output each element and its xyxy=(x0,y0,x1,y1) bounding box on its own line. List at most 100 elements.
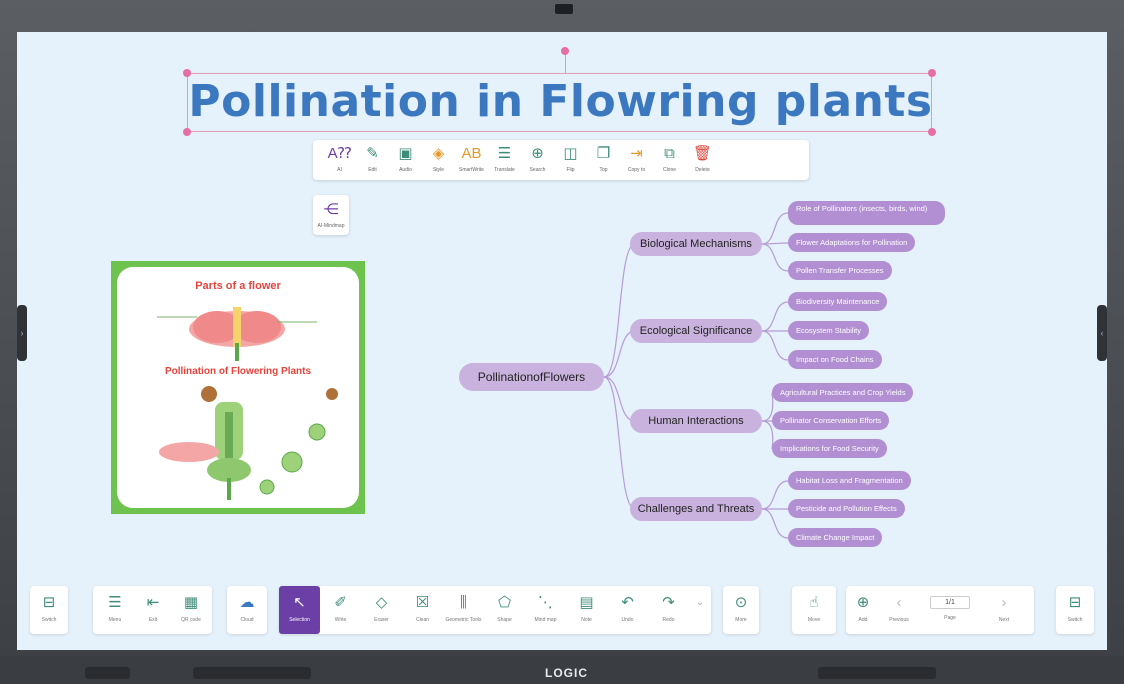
more-group: ⊙ More xyxy=(723,586,759,634)
more-label: More xyxy=(735,617,747,623)
redo-tool[interactable]: ↷ Redo xyxy=(648,586,689,634)
menu-group: ☰ Menu ⇤ Exit ▦ QR code xyxy=(93,586,212,634)
switch-label: Switch xyxy=(1067,617,1083,623)
eraser-tool[interactable]: ◇ Eraser xyxy=(361,586,402,634)
eraser-icon: ◇ xyxy=(375,594,388,611)
add-page-button[interactable]: ⊕ Add xyxy=(846,586,880,634)
hardware-button[interactable] xyxy=(85,667,130,679)
add-label: Add xyxy=(858,617,868,623)
write-label: Write xyxy=(334,617,347,623)
page-label: Page xyxy=(944,615,956,621)
next-label: Next xyxy=(998,617,1010,623)
chevron-down-icon: ⌄ xyxy=(695,597,705,608)
qr-code-button[interactable]: ▦ QR code xyxy=(172,586,210,634)
mindmap-leaf-node[interactable]: Biodiversity Maintenance xyxy=(788,292,888,311)
redo-label: Redo xyxy=(662,617,675,623)
geometric-tools-tool[interactable]: ⫼ Geometric Tools xyxy=(443,586,484,634)
mindmap-branch-node[interactable]: Ecological Significance xyxy=(630,319,762,343)
camera xyxy=(555,4,573,14)
expand-toolbar-button[interactable]: ⌄ xyxy=(689,586,711,634)
brand-logo: LOGIC xyxy=(545,666,588,680)
menu-icon: ☰ xyxy=(108,594,122,611)
note-label: Note xyxy=(581,617,592,623)
clean-icon: ☒ xyxy=(415,594,430,611)
move-button[interactable]: ☝ Move xyxy=(792,586,836,634)
shape-label: Shape xyxy=(497,617,512,623)
cloud-icon: ☁ xyxy=(239,594,255,611)
mindmap-branch-node[interactable]: Human Interactions xyxy=(630,409,762,433)
switch-label: Switch xyxy=(41,617,57,623)
cloud-button[interactable]: ☁ Cloud xyxy=(227,586,267,634)
menu-button[interactable]: ☰ Menu xyxy=(96,586,134,634)
note-tool[interactable]: ▤ Note xyxy=(566,586,607,634)
cloud-group: ☁ Cloud xyxy=(227,586,267,634)
geometric-tools-icon: ⫼ xyxy=(460,594,467,611)
clean-tool[interactable]: ☒ Clean xyxy=(402,586,443,634)
mindmap-branch-node[interactable]: Biological Mechanisms xyxy=(630,232,762,256)
hardware-button[interactable] xyxy=(818,667,936,679)
switch-right-button[interactable]: ⊟ Switch xyxy=(1056,586,1094,634)
mindmap-leaf-node[interactable]: Climate Change Impact xyxy=(788,528,883,547)
page-number-field[interactable]: 1/1 xyxy=(930,596,970,609)
mindmap-leaf-node[interactable]: Role of Pollinators (insects, birds, win… xyxy=(788,201,945,225)
selection-icon: ↖ xyxy=(293,594,306,611)
chevron-left-icon: ‹ xyxy=(896,594,902,611)
chevron-right-icon: › xyxy=(1001,594,1007,611)
geometric-tools-label: Geometric Tools xyxy=(445,617,482,623)
mind-map-tool[interactable]: ⋱ Mind map xyxy=(525,586,566,634)
tools-group: ↖ Selection ✐ Write ◇ Eraser ☒ Clean ⫼ Geometric … xyxy=(279,586,711,634)
mind-map-icon: ⋱ xyxy=(538,594,553,611)
mindmap-leaf-node[interactable]: Pesticide and Pollution Effects xyxy=(788,499,905,518)
shape-icon: ⬠ xyxy=(497,594,512,611)
whiteboard-canvas[interactable]: Pollination in Flowring plants A⁇ AI ✎ Edit… xyxy=(17,32,1107,650)
mindmap-connectors xyxy=(603,212,789,539)
page-indicator[interactable]: 1/1 Page xyxy=(918,586,982,634)
switch-left-button[interactable]: ⊟ Switch xyxy=(30,586,68,634)
switch-icon: ⊟ xyxy=(42,594,56,611)
undo-tool[interactable]: ↶ Undo xyxy=(607,586,648,634)
mindmap-root-node[interactable]: PollinationofFlowers xyxy=(459,363,604,391)
more-button[interactable]: ⊙ More xyxy=(723,586,759,634)
mindmap-leaf-node[interactable]: Ecosystem Stability xyxy=(788,321,870,340)
undo-label: Undo xyxy=(621,617,634,623)
qr-code-label: QR code xyxy=(181,617,201,623)
move-icon: ☝ xyxy=(809,594,819,611)
mindmap-leaf-node[interactable]: Impact on Food Chains xyxy=(788,350,882,369)
redo-icon: ↷ xyxy=(662,594,675,611)
qr-code-icon: ▦ xyxy=(183,594,199,611)
mindmap-branch-node[interactable]: Challenges and Threats xyxy=(630,497,762,521)
mindmap-leaf-node[interactable]: Implications for Food Security xyxy=(772,439,887,458)
note-icon: ▤ xyxy=(579,594,594,611)
previous-page-button[interactable]: ‹ Previous xyxy=(880,586,918,634)
mindmap-leaf-node[interactable]: Habitat Loss and Fragmentation xyxy=(788,471,911,490)
left-side-panel-handle[interactable]: › xyxy=(17,305,27,361)
mindmap-leaf-node[interactable]: Flower Adaptations for Pollination xyxy=(788,233,916,252)
switch-icon: ⊟ xyxy=(1068,594,1082,611)
selection-label: Selection xyxy=(289,617,310,623)
hardware-button[interactable] xyxy=(193,667,311,679)
menu-label: Menu xyxy=(108,617,122,623)
move-group: ☝ Move xyxy=(792,586,836,634)
next-page-button[interactable]: › Next xyxy=(982,586,1026,634)
previous-label: Previous xyxy=(889,617,909,623)
exit-label: Exit xyxy=(148,617,158,623)
undo-icon: ↶ xyxy=(621,594,634,611)
more-icon: ⊙ xyxy=(734,594,748,611)
selection-tool[interactable]: ↖ Selection xyxy=(279,586,320,634)
mind-map-label: Mind map xyxy=(534,617,557,623)
write-icon: ✐ xyxy=(334,594,347,611)
move-label: Move xyxy=(807,617,821,623)
switch-left-group: ⊟ Switch xyxy=(30,586,68,634)
exit-button[interactable]: ⇤ Exit xyxy=(134,586,172,634)
shape-tool[interactable]: ⬠ Shape xyxy=(484,586,525,634)
write-tool[interactable]: ✐ Write xyxy=(320,586,361,634)
mindmap-leaf-node[interactable]: Pollen Transfer Processes xyxy=(788,261,892,280)
exit-icon: ⇤ xyxy=(146,594,160,611)
right-side-panel-handle[interactable]: ‹ xyxy=(1097,305,1107,361)
add-icon: ⊕ xyxy=(856,594,870,611)
cloud-label: Cloud xyxy=(240,617,254,623)
switch-right-group: ⊟ Switch xyxy=(1056,586,1094,634)
mindmap-leaf-node[interactable]: Pollinator Conservation Efforts xyxy=(772,411,890,430)
mindmap-leaf-node[interactable]: Agricultural Practices and Crop Yields xyxy=(772,383,914,402)
pager-group: ⊕ Add ‹ Previous 1/1 Page › Next xyxy=(846,586,1034,634)
